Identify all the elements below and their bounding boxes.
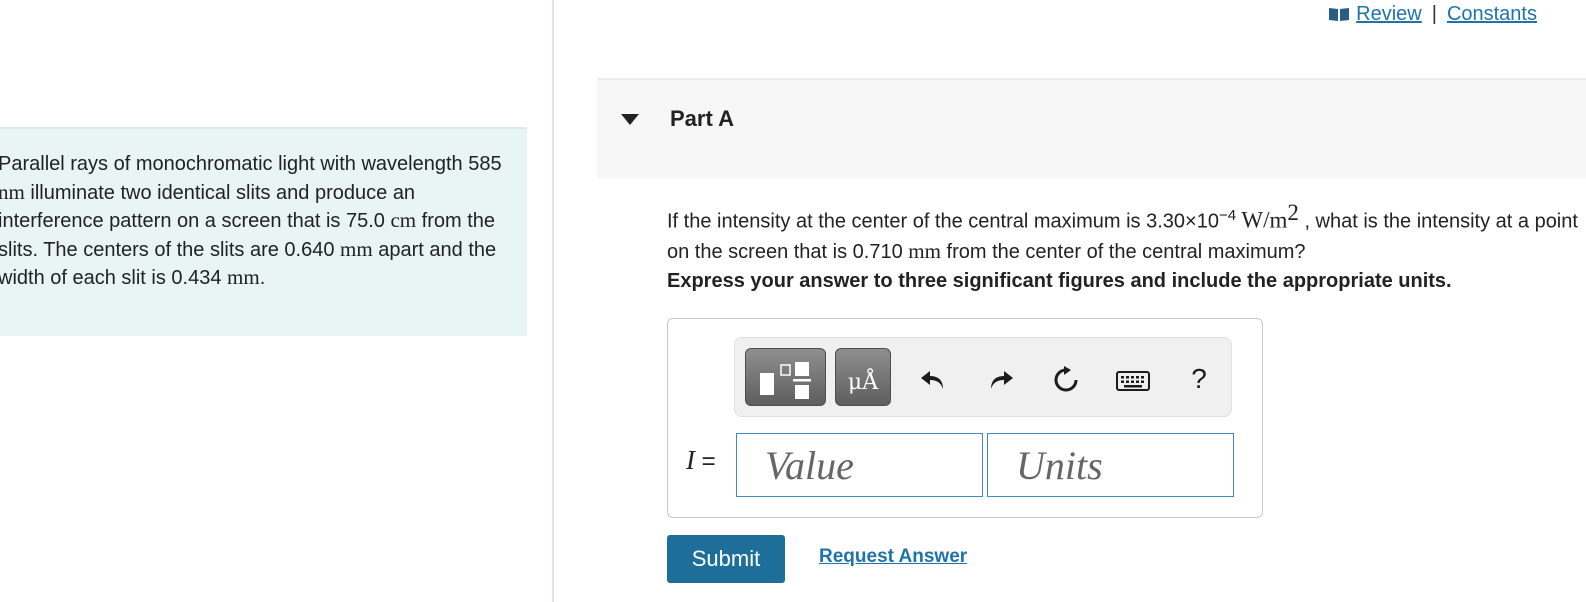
variable-label: I = bbox=[686, 445, 716, 476]
problem-text-2: illuminate two identical slits and produ… bbox=[0, 181, 416, 233]
question-exponent: −4 bbox=[1218, 207, 1237, 224]
answer-instruction: Express your answer to three significant… bbox=[667, 270, 1452, 292]
unit-nm: nm bbox=[0, 179, 25, 204]
link-separator: | bbox=[1431, 2, 1437, 25]
question-unit-w: W/m bbox=[1236, 207, 1288, 233]
panel-divider bbox=[552, 0, 554, 602]
math-toolbar: μÅ ? bbox=[734, 337, 1232, 417]
units-icon[interactable]: μÅ bbox=[835, 348, 891, 406]
equals-sign: = bbox=[695, 448, 716, 475]
constants-link[interactable]: Constants bbox=[1447, 3, 1537, 26]
caret-down-icon[interactable] bbox=[621, 114, 639, 125]
question-part-3: from the center of the central maximum? bbox=[940, 240, 1306, 263]
book-icon bbox=[1329, 8, 1350, 21]
units-input[interactable] bbox=[987, 433, 1234, 497]
templates-icon[interactable] bbox=[745, 348, 826, 406]
review-link[interactable]: Review bbox=[1356, 3, 1422, 26]
answer-box: μÅ ? I = bbox=[667, 318, 1263, 518]
variable-symbol: I bbox=[686, 445, 695, 475]
question-unit-mm: mm bbox=[908, 238, 941, 263]
submit-button[interactable]: Submit bbox=[667, 535, 785, 583]
unit-cm: cm bbox=[390, 208, 417, 232]
top-links: Review | Constants bbox=[1328, 0, 1537, 28]
problem-statement: Parallel rays of monochromatic light wit… bbox=[0, 127, 527, 336]
part-title: Part A bbox=[670, 106, 734, 131]
unit-mm-2: mm bbox=[227, 265, 260, 289]
value-input[interactable] bbox=[736, 433, 983, 497]
reset-icon[interactable] bbox=[1051, 365, 1081, 395]
keyboard-icon[interactable] bbox=[1115, 365, 1151, 395]
request-answer-link[interactable]: Request Answer bbox=[819, 546, 967, 568]
problem-text-5: . bbox=[259, 267, 266, 289]
question-text: If the intensity at the center of the ce… bbox=[667, 198, 1585, 267]
units-glyph: μÅ bbox=[847, 370, 879, 395]
undo-icon[interactable] bbox=[918, 365, 948, 395]
question-part-1: If the intensity at the center of the ce… bbox=[667, 210, 1219, 233]
help-icon[interactable]: ? bbox=[1184, 364, 1214, 394]
question-unit-exp: 2 bbox=[1287, 200, 1299, 225]
problem-text-1: Parallel rays of monochromatic light wit… bbox=[0, 153, 502, 175]
redo-icon[interactable] bbox=[986, 365, 1016, 395]
part-a-header[interactable]: Part A bbox=[597, 78, 1586, 178]
unit-mm: mm bbox=[340, 236, 373, 261]
